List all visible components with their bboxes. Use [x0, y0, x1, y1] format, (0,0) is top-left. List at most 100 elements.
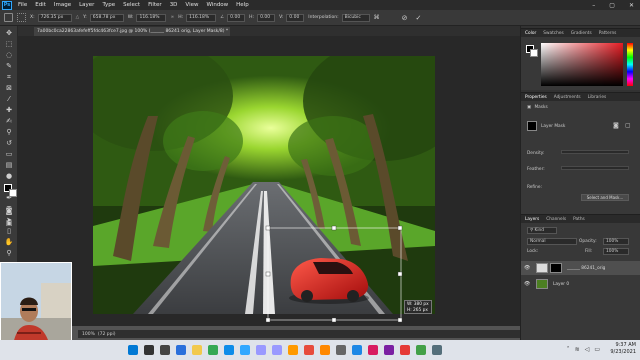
edge-icon[interactable] [224, 345, 234, 355]
crop-tool-icon[interactable]: ⌗ [4, 73, 14, 81]
cancel-transform-icon[interactable]: ⊘ [402, 14, 408, 22]
quick-mask-icon[interactable]: ◙ [4, 207, 14, 215]
height-field[interactable]: 116.18% [186, 13, 217, 22]
interpolation-select[interactable]: Bicubic [341, 13, 370, 22]
screen-mode-icon[interactable]: ▣ [4, 219, 14, 227]
feather-slider[interactable] [561, 166, 629, 170]
reference-point-icon[interactable] [17, 13, 26, 22]
battery-icon[interactable]: ▭ [594, 346, 600, 353]
media-icon[interactable] [304, 345, 314, 355]
shape-tool-icon[interactable]: ▯ [4, 227, 14, 235]
maximize-icon[interactable]: ▢ [609, 2, 615, 9]
lasso-tool-icon[interactable]: ◌ [4, 51, 14, 59]
brush-tool-icon[interactable]: ✍ [4, 117, 14, 125]
color-swatches[interactable] [4, 184, 18, 198]
eraser-tool-icon[interactable]: ▭ [4, 150, 14, 158]
density-slider[interactable] [561, 150, 629, 154]
menu-select[interactable]: Select [123, 2, 140, 8]
hue-slider[interactable] [627, 43, 633, 86]
clock[interactable]: 9:37 AM 9/23/2021 [610, 342, 636, 356]
task-view-icon[interactable] [160, 345, 170, 355]
gradient-tool-icon[interactable]: ▤ [4, 161, 14, 169]
stamp-tool-icon[interactable]: ⚲ [4, 128, 14, 136]
app5-icon[interactable] [432, 345, 442, 355]
menu-view[interactable]: View [185, 2, 198, 8]
quick-select-tool-icon[interactable]: ✎ [4, 62, 14, 70]
volume-icon[interactable]: ◁ [585, 346, 590, 353]
warp-icon[interactable]: ⌘ [374, 14, 380, 21]
marquee-tool-icon[interactable]: ⬚ [4, 40, 14, 48]
chevron-up-icon[interactable]: ˄ [567, 346, 570, 353]
v-skew-field[interactable]: 0.00 [286, 13, 305, 22]
layer-row[interactable]: 👁 Layer 0 [521, 277, 640, 291]
vlc-icon[interactable] [320, 345, 330, 355]
layer-name[interactable]: ______ 86241_orig [567, 266, 605, 271]
select-and-mask-button[interactable]: Select and Mask... [581, 194, 629, 201]
photos-icon[interactable] [352, 345, 362, 355]
tab-paths[interactable]: Paths [573, 217, 585, 222]
tab-channels[interactable]: Channels [546, 217, 566, 222]
healing-tool-icon[interactable]: ✚ [4, 106, 14, 114]
transform-bounding-box[interactable] [265, 225, 405, 325]
explorer-icon[interactable] [192, 345, 202, 355]
layer-filter-select[interactable]: ⚲ Kind [527, 227, 557, 234]
minimize-icon[interactable]: – [592, 2, 595, 9]
tab-patterns[interactable]: Patterns [599, 31, 617, 36]
menu-file[interactable]: File [18, 2, 27, 8]
fill-field[interactable]: 100% [603, 248, 629, 255]
close-icon[interactable]: ✕ [629, 2, 634, 9]
h-skew-field[interactable]: 0.00 [257, 13, 276, 22]
menu-filter[interactable]: Filter [148, 2, 162, 8]
blur-tool-icon[interactable]: ● [4, 172, 14, 180]
settings-icon[interactable] [336, 345, 346, 355]
visibility-eye-icon[interactable]: 👁 [524, 265, 532, 271]
windows-icon[interactable] [128, 345, 138, 355]
menu-help[interactable]: Help [236, 2, 249, 8]
menu-type[interactable]: Type [102, 2, 115, 8]
app3-icon[interactable] [400, 345, 410, 355]
tab-swatches[interactable]: Swatches [543, 31, 564, 36]
commit-transform-icon[interactable]: ✓ [416, 14, 422, 22]
link-icon[interactable]: ∞ [170, 15, 174, 20]
menu-image[interactable]: Image [54, 2, 71, 8]
eyedropper-tool-icon[interactable]: ⁄ [4, 95, 14, 103]
photoshop-icon[interactable] [240, 345, 250, 355]
blend-mode-select[interactable]: Normal [527, 238, 577, 245]
zoom-tool-icon[interactable]: ⚲ [4, 249, 14, 257]
layer-name[interactable]: Layer 0 [553, 282, 569, 287]
hand-tool-icon[interactable]: ✋ [4, 238, 14, 246]
frame-tool-icon[interactable]: ⊠ [4, 84, 14, 92]
chrome-icon[interactable] [208, 345, 218, 355]
menu-3d[interactable]: 3D [170, 2, 178, 8]
angle-field[interactable]: 0.00 [227, 13, 246, 22]
aftereffects-icon[interactable] [272, 345, 282, 355]
vector-mask-icon[interactable]: ▢ [625, 122, 631, 129]
search-icon[interactable] [144, 345, 154, 355]
tab-properties[interactable]: Properties [525, 95, 547, 100]
tab-layers[interactable]: Layers [525, 217, 539, 222]
opacity-field[interactable]: 100% [603, 238, 629, 245]
layer-row[interactable]: 👁 ______ 86241_orig [521, 261, 640, 275]
move-tool-icon[interactable]: ✥ [4, 29, 14, 37]
color-field[interactable] [541, 43, 623, 86]
tab-adjustments[interactable]: Adjustments [554, 95, 581, 100]
wifi-icon[interactable]: ≋ [575, 346, 580, 353]
tab-gradients[interactable]: Gradients [571, 31, 592, 36]
panel-background-swatch[interactable] [530, 49, 538, 57]
layer-mask-thumb[interactable] [550, 263, 562, 273]
premiere-icon[interactable] [256, 345, 266, 355]
app-icon[interactable] [368, 345, 378, 355]
zoom-level[interactable]: 100% [82, 332, 95, 337]
tab-color[interactable]: Color [525, 31, 536, 36]
x-position-field[interactable]: 726.35 px [37, 13, 72, 22]
menu-window[interactable]: Window [206, 2, 228, 8]
y-position-field[interactable]: 658.78 px [89, 13, 124, 22]
menu-edit[interactable]: Edit [35, 2, 46, 8]
app4-icon[interactable] [416, 345, 426, 355]
relative-position-icon[interactable]: △ [76, 15, 79, 20]
app2-icon[interactable] [384, 345, 394, 355]
menu-layer[interactable]: Layer [79, 2, 94, 8]
document-tab[interactable]: 7a00bc0ca22863afefeff5fdc463fce7.jpg @ 1… [34, 27, 230, 36]
width-field[interactable]: 116.18% [136, 13, 167, 22]
history-brush-icon[interactable]: ↺ [4, 139, 14, 147]
